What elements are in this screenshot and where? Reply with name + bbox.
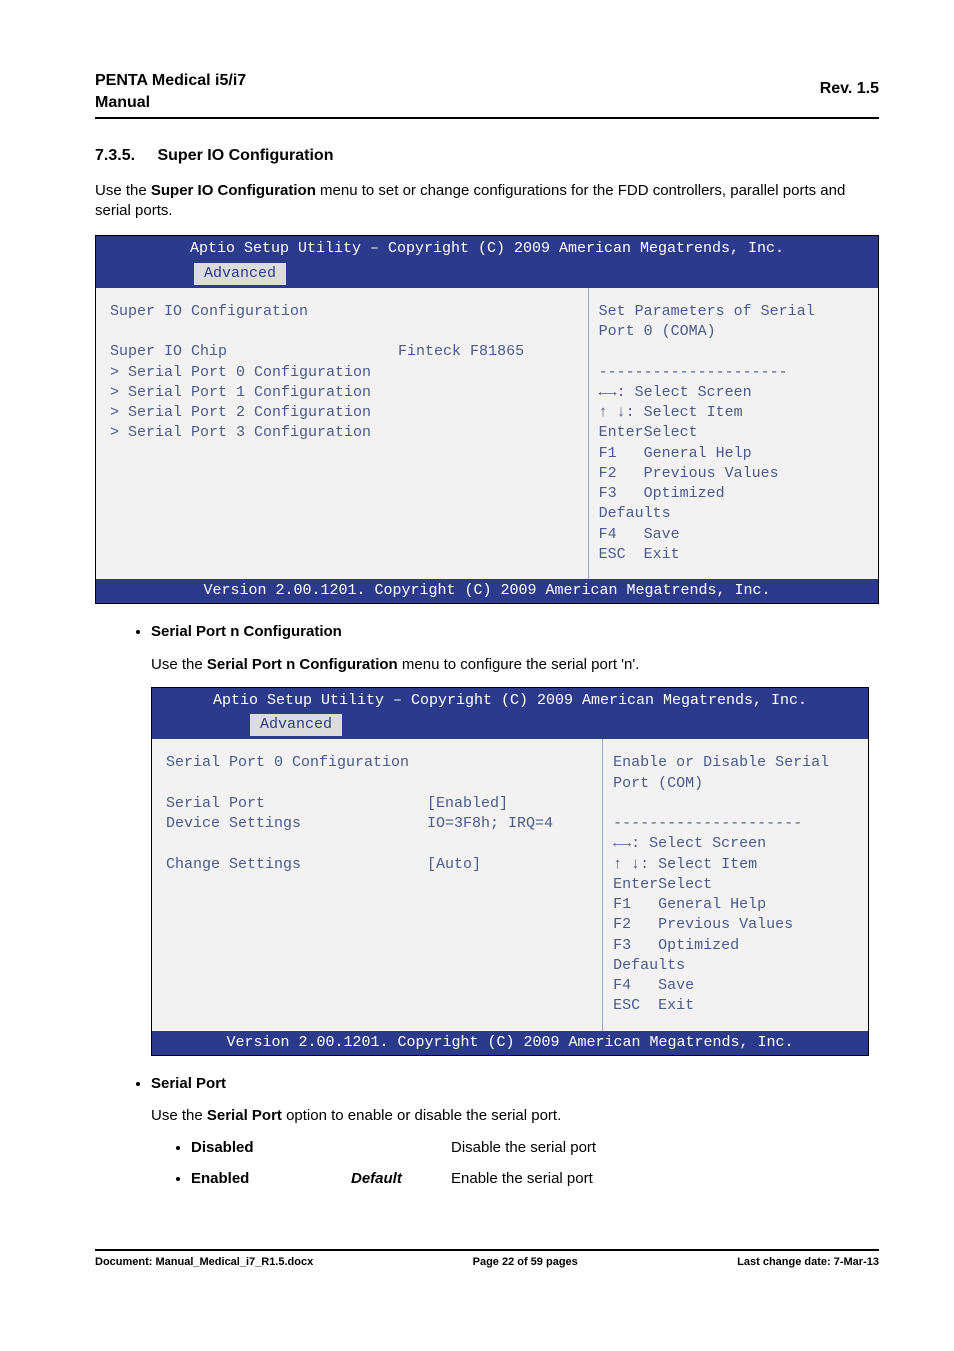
bullet-serial-port: Serial Port bbox=[151, 1074, 879, 1094]
bullet-list-2: Serial Port bbox=[151, 1074, 879, 1094]
option-enabled: Enabled Default Enable the serial port bbox=[191, 1169, 879, 1189]
page-header: PENTA Medical i5/i7 Manual Rev. 1.5 bbox=[95, 70, 879, 119]
sp-post: option to enable or disable the serial p… bbox=[282, 1107, 561, 1124]
bios-screenshot-super-io: Aptio Setup Utility – Copyright (C) 2009… bbox=[95, 235, 879, 604]
revision: Rev. 1.5 bbox=[820, 70, 879, 100]
product-name: PENTA Medical i5/i7 bbox=[95, 70, 246, 92]
bios2-left-pane: Serial Port 0 Configuration Serial Port … bbox=[152, 739, 603, 1030]
serial-port-options: Disabled Disable the serial port Enabled… bbox=[191, 1138, 879, 1189]
bullet-serial-port-n: Serial Port n Configuration bbox=[151, 622, 879, 642]
bios2-tabrow: Advanced bbox=[152, 714, 868, 739]
bios2-key-hints: ←→: Select Screen ↑ ↓: Select Item Enter… bbox=[613, 835, 793, 1014]
bios1-separator: --------------------- bbox=[599, 364, 788, 381]
bios2-title: Aptio Setup Utility – Copyright (C) 2009… bbox=[152, 688, 868, 714]
spn-bold: Serial Port n Configuration bbox=[207, 656, 398, 673]
bios1-footer: Version 2.00.1201. Copyright (C) 2009 Am… bbox=[96, 579, 878, 603]
opt-enabled-desc: Enable the serial port bbox=[451, 1169, 593, 1189]
serial-port-n-para: Use the Serial Port n Configuration menu… bbox=[151, 655, 879, 675]
bullet-serial-port-n-label: Serial Port n Configuration bbox=[151, 623, 342, 640]
bios2-footer: Version 2.00.1201. Copyright (C) 2009 Am… bbox=[152, 1031, 868, 1055]
intro-bold: Super IO Configuration bbox=[151, 182, 316, 199]
section-heading: 7.3.5. Super IO Configuration bbox=[95, 145, 879, 167]
header-product-block: PENTA Medical i5/i7 Manual bbox=[95, 70, 246, 113]
doc-type: Manual bbox=[95, 92, 246, 114]
page-footer: Document: Manual_Medical_i7_R1.5.docx Pa… bbox=[95, 1251, 879, 1270]
bios2-help-text: Enable or Disable Serial Port (COM) bbox=[613, 754, 829, 791]
section-intro: Use the Super IO Configuration menu to s… bbox=[95, 181, 879, 222]
serial-port-para: Use the Serial Port option to enable or … bbox=[151, 1106, 879, 1126]
bios1-help-text: Set Parameters of Serial Port 0 (COMA) bbox=[599, 303, 815, 340]
bios1-left-pane: Super IO Configuration Super IO Chip Fin… bbox=[96, 288, 589, 579]
bios2-separator: --------------------- bbox=[613, 815, 802, 832]
bios1-right-pane: Set Parameters of Serial Port 0 (COMA) -… bbox=[589, 288, 878, 579]
opt-enabled-name: Enabled bbox=[191, 1169, 351, 1189]
opt-disabled-desc: Disable the serial port bbox=[451, 1138, 596, 1158]
bullet-serial-port-label: Serial Port bbox=[151, 1075, 226, 1092]
bios2-body: Serial Port 0 Configuration Serial Port … bbox=[152, 739, 868, 1030]
footer-page: Page 22 of 59 pages bbox=[473, 1255, 578, 1270]
bios1-tabrow: Advanced bbox=[96, 263, 878, 288]
footer-document: Document: Manual_Medical_i7_R1.5.docx bbox=[95, 1255, 313, 1270]
section-title: Super IO Configuration bbox=[157, 147, 333, 164]
bios1-key-hints: ←→: Select Screen ↑ ↓: Select Item Enter… bbox=[599, 384, 779, 563]
bios1-title: Aptio Setup Utility – Copyright (C) 2009… bbox=[96, 236, 878, 262]
section-number: 7.3.5. bbox=[95, 145, 135, 167]
bios2-tab-advanced: Advanced bbox=[250, 714, 342, 736]
opt-disabled-name: Disabled bbox=[191, 1138, 351, 1158]
bios1-body: Super IO Configuration Super IO Chip Fin… bbox=[96, 288, 878, 579]
spn-post: menu to configure the serial port 'n'. bbox=[398, 656, 640, 673]
bullet-list-1: Serial Port n Configuration bbox=[151, 622, 879, 642]
intro-pre: Use the bbox=[95, 182, 151, 199]
sp-pre: Use the bbox=[151, 1107, 207, 1124]
bios2-right-pane: Enable or Disable Serial Port (COM) ----… bbox=[603, 739, 868, 1030]
spn-pre: Use the bbox=[151, 656, 207, 673]
sp-bold: Serial Port bbox=[207, 1107, 282, 1124]
footer-date: Last change date: 7-Mar-13 bbox=[737, 1255, 879, 1270]
bios1-tab-advanced: Advanced bbox=[194, 263, 286, 285]
opt-enabled-default: Default bbox=[351, 1169, 451, 1189]
option-disabled: Disabled Disable the serial port bbox=[191, 1138, 879, 1158]
bios-screenshot-serial-port-0: Aptio Setup Utility – Copyright (C) 2009… bbox=[151, 687, 869, 1056]
